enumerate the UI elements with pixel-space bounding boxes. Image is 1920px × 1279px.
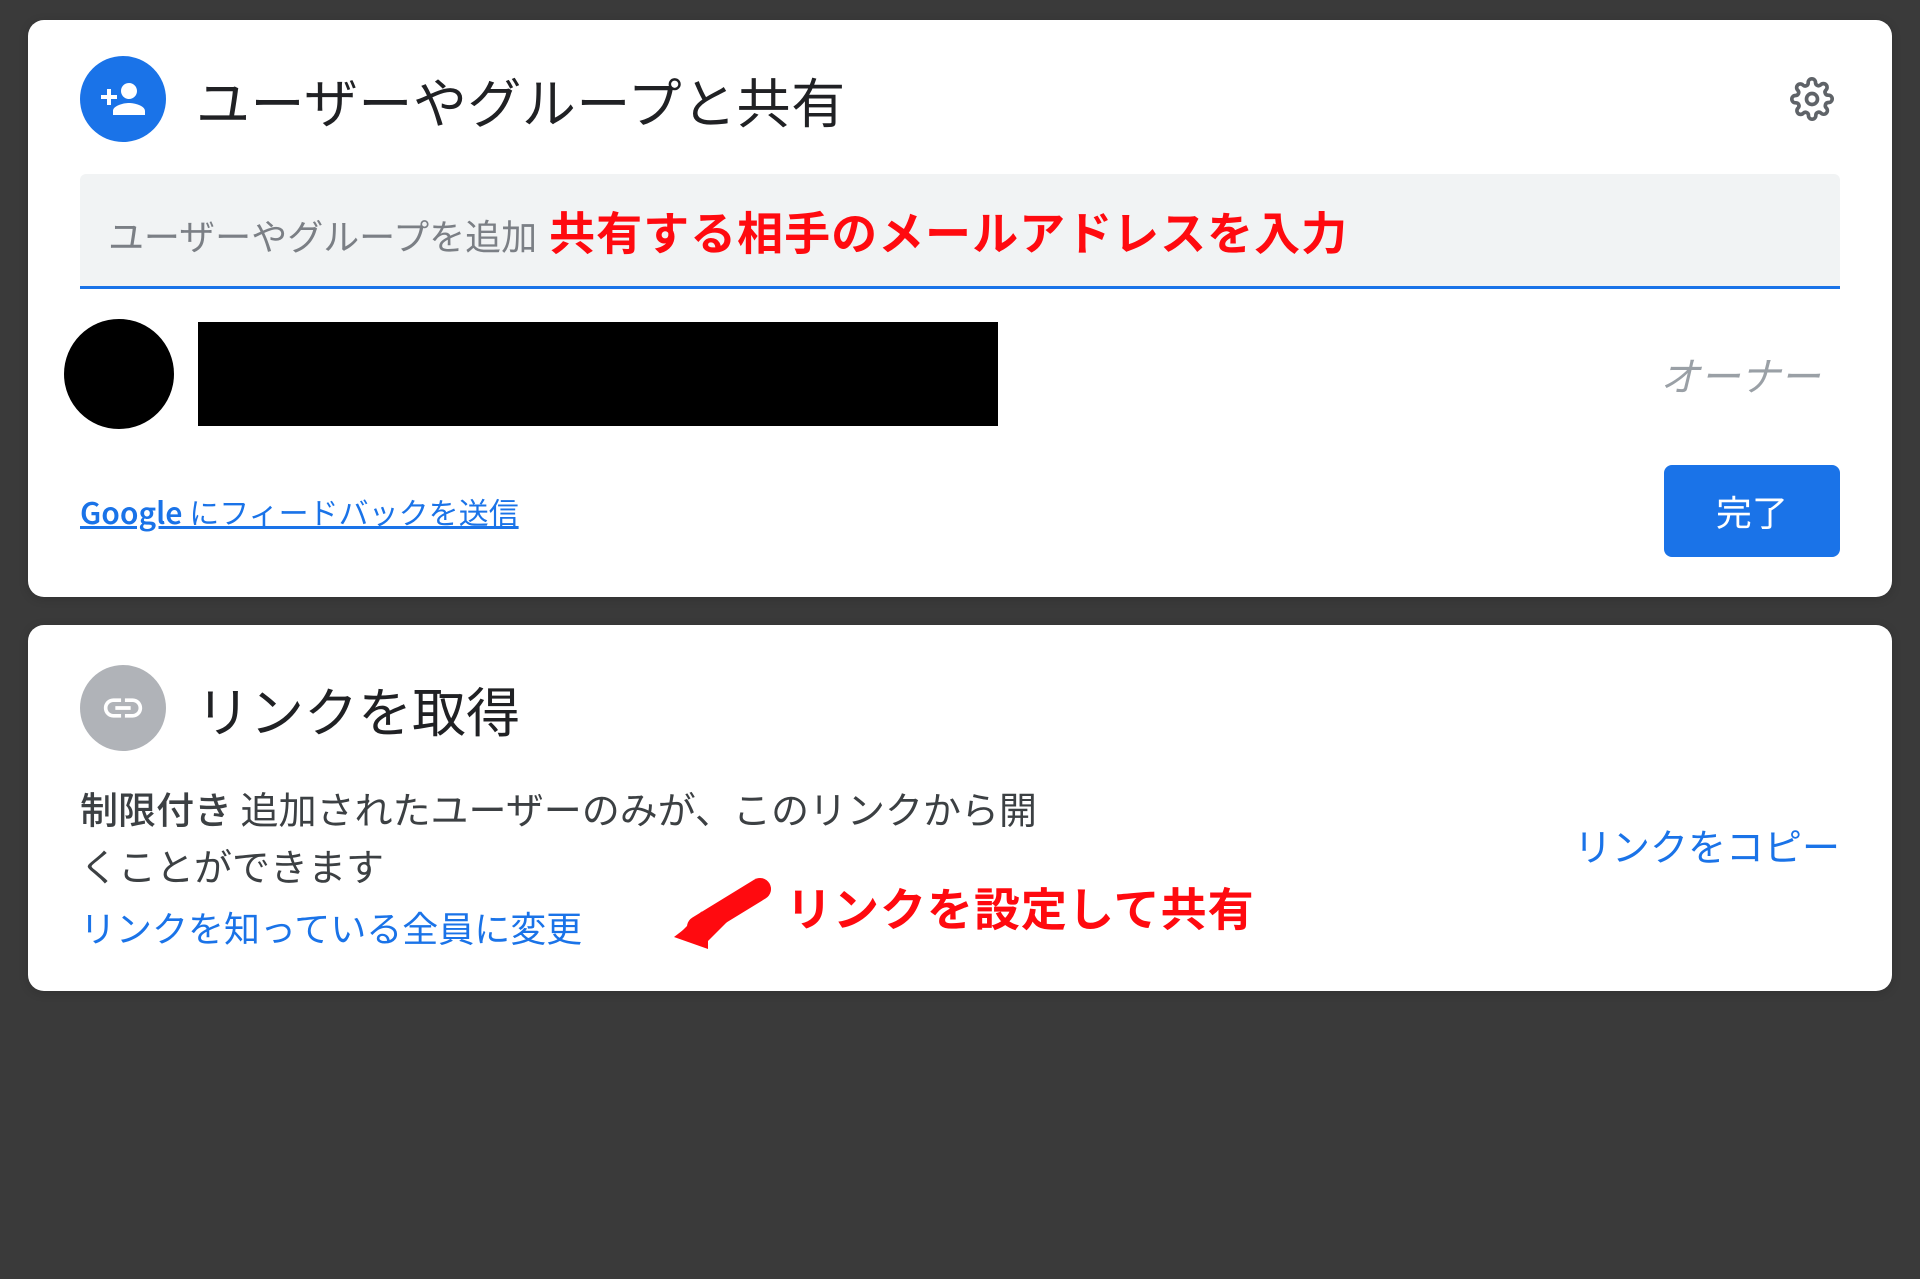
owner-name-redacted xyxy=(198,322,998,426)
owner-user-row: オーナー xyxy=(64,319,1840,429)
link-icon xyxy=(80,665,166,751)
annotation-input-text: 共有する相手のメールアドレスを入力 xyxy=(549,198,1348,264)
share-header-left: ユーザーやグループと共有 xyxy=(80,56,846,142)
add-people-input[interactable]: ユーザーやグループを追加 共有する相手のメールアドレスを入力 xyxy=(80,174,1840,289)
owner-role-label: オーナー xyxy=(1660,345,1840,403)
link-description-wrap: 制限付き 追加されたユーザーのみが、このリンクから開くことができます リンクを知… xyxy=(80,779,1060,953)
feedback-brand: Google xyxy=(80,489,182,533)
share-header: ユーザーやグループと共有 xyxy=(80,56,1840,142)
person-add-icon xyxy=(80,56,166,142)
feedback-rest: にフィードバックを送信 xyxy=(182,489,518,533)
restricted-description: 制限付き 追加されたユーザーのみが、このリンクから開くことができます xyxy=(80,779,1060,893)
link-body: 制限付き 追加されたユーザーのみが、このリンクから開くことができます リンクを知… xyxy=(80,779,1840,953)
owner-avatar xyxy=(64,319,174,429)
change-to-anyone-link[interactable]: リンクを知っている全員に変更 xyxy=(80,901,582,953)
share-footer: Google にフィードバックを送信 完了 xyxy=(80,465,1840,557)
link-header: リンクを取得 xyxy=(80,665,1840,751)
share-dialog-title: ユーザーやグループと共有 xyxy=(196,60,846,139)
get-link-card: リンクを取得 制限付き 追加されたユーザーのみが、このリンクから開くことができま… xyxy=(28,625,1892,991)
gear-icon xyxy=(1790,77,1834,121)
settings-button[interactable] xyxy=(1784,71,1840,127)
feedback-link[interactable]: Google にフィードバックを送信 xyxy=(80,489,519,533)
get-link-title: リンクを取得 xyxy=(196,669,520,748)
input-placeholder-text: ユーザーやグループを追加 xyxy=(108,209,537,261)
done-button[interactable]: 完了 xyxy=(1664,465,1840,557)
share-dialog-card: ユーザーやグループと共有 ユーザーやグループを追加 共有する相手のメールアドレス… xyxy=(28,20,1892,597)
copy-link-button[interactable]: リンクをコピー xyxy=(1574,817,1840,872)
restricted-label: 制限付き xyxy=(80,780,232,835)
owner-user-left xyxy=(64,319,998,429)
